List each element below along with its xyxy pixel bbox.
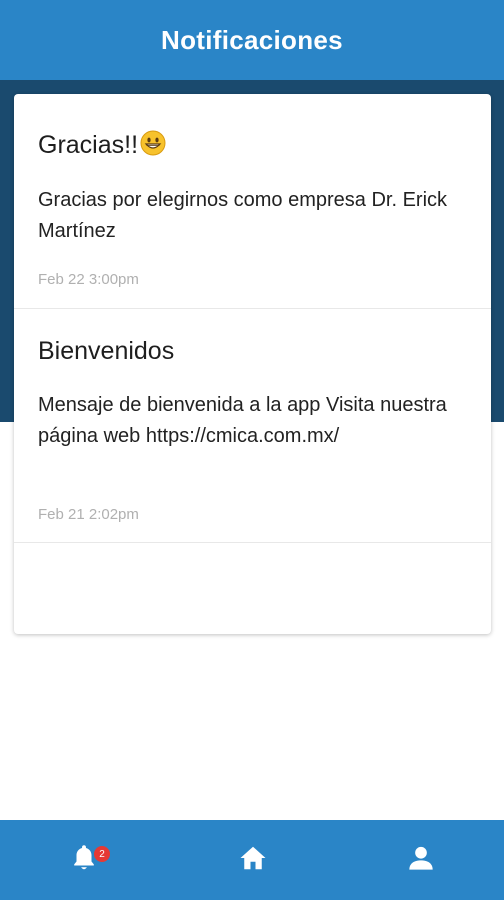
bell-icon bbox=[70, 843, 98, 878]
notification-body: Mensaje de bienvenida a la app Visita nu… bbox=[38, 394, 447, 447]
notification-item[interactable]: Bienvenidos Mensaje de bienvenida a la a… bbox=[14, 309, 491, 543]
nav-home-button[interactable] bbox=[231, 838, 275, 882]
page-title: Notificaciones bbox=[161, 24, 343, 55]
notification-item[interactable]: Gracias!! Gracias por elegirnos como emp… bbox=[14, 94, 491, 309]
app-header: Notificaciones bbox=[0, 0, 504, 80]
notification-title: Gracias!! bbox=[38, 130, 166, 163]
notification-count-badge: 2 bbox=[94, 846, 110, 862]
notification-timestamp: Feb 21 2:02pm bbox=[38, 506, 139, 523]
notification-title-text: Gracias!! bbox=[38, 131, 139, 159]
notification-body: Gracias por elegirnos como empresa Dr. E… bbox=[38, 189, 448, 242]
notifications-card: Gracias!! Gracias por elegirnos como emp… bbox=[14, 94, 491, 634]
person-icon bbox=[407, 844, 435, 877]
bottom-navigation: 2 bbox=[0, 820, 504, 900]
notification-title: Bienvenidos bbox=[38, 337, 175, 365]
notification-timestamp: Feb 22 3:00pm bbox=[38, 271, 139, 288]
home-icon bbox=[238, 844, 268, 877]
grinning-face-emoji-icon bbox=[140, 130, 166, 163]
nav-profile-button[interactable] bbox=[399, 838, 443, 882]
